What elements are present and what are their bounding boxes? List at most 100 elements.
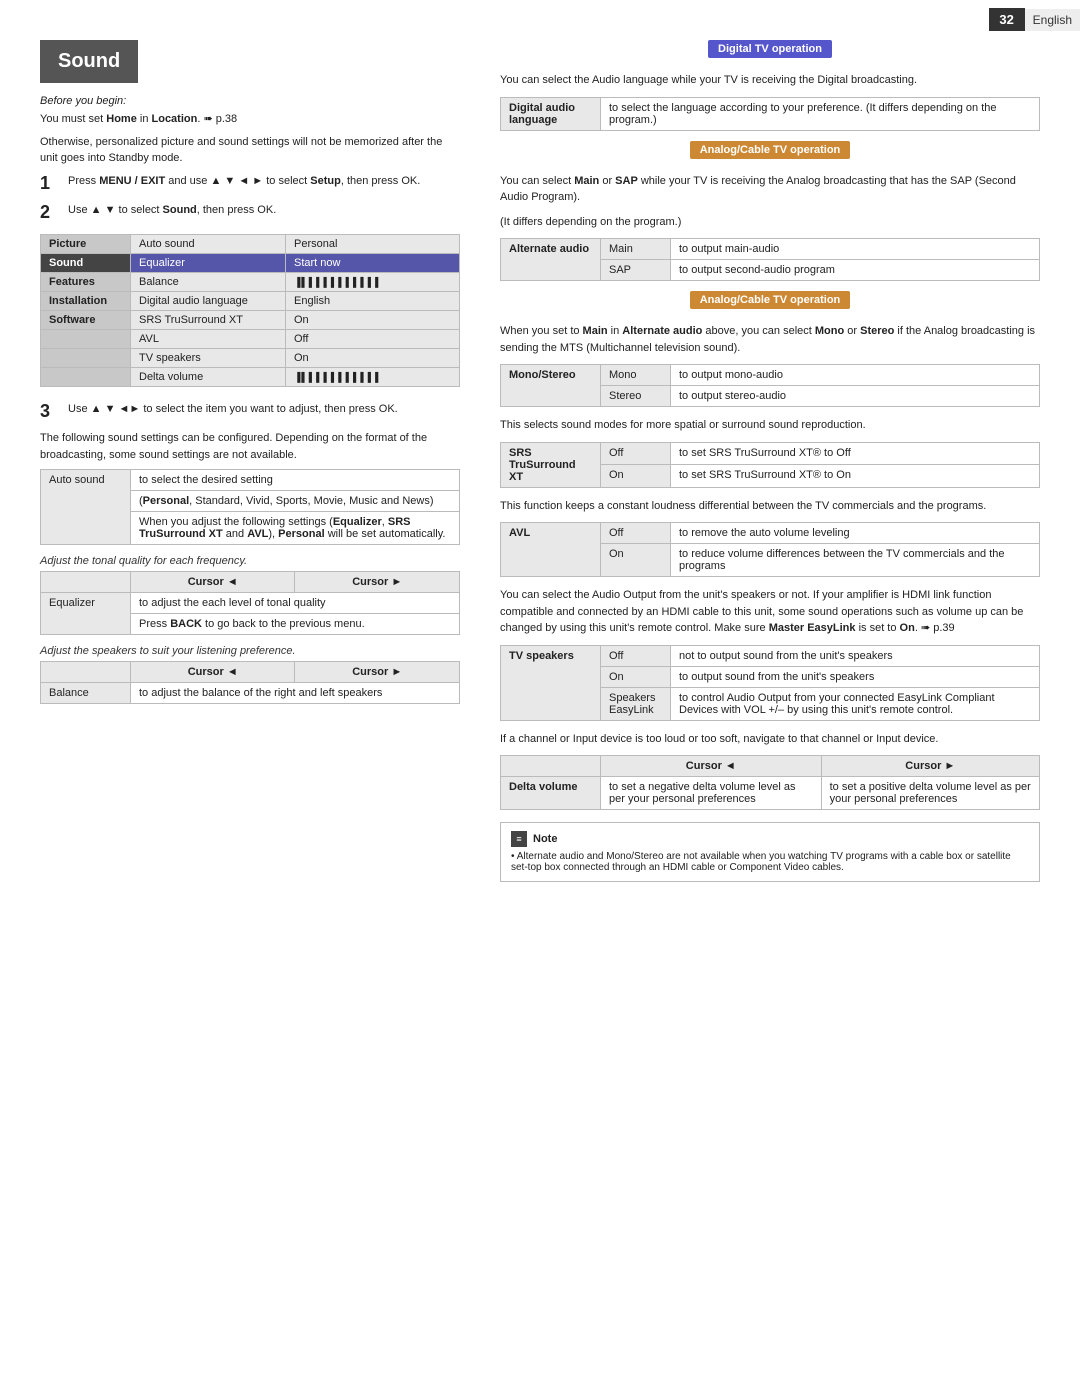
delta-table: Cursor ◄ Cursor ► Delta volume to set a … xyxy=(500,755,1040,810)
auto-sound-desc3: When you adjust the following settings (… xyxy=(131,512,460,545)
cat-empty-1 xyxy=(41,329,131,348)
right-column: Digital TV operation You can select the … xyxy=(500,40,1040,882)
auto-sound-row: Auto sound to select the desired setting xyxy=(41,470,460,491)
avl-para: This function keeps a constant loudness … xyxy=(500,498,1040,515)
val-avl-off: Off xyxy=(286,329,460,348)
val-personal: Personal xyxy=(286,234,460,253)
menu-row-software: Software SRS TruSurround XT On xyxy=(41,310,460,329)
item-equalizer: Equalizer xyxy=(131,253,286,272)
val-english: English xyxy=(286,291,460,310)
digital-audio-row: Digital audio language to select the lan… xyxy=(501,97,1040,130)
alt-sub-main: Main xyxy=(601,239,671,260)
bal-empty xyxy=(41,662,131,683)
balance-row: Balance to adjust the balance of the rig… xyxy=(41,683,460,704)
avl-desc-on: to reduce volume differences between the… xyxy=(671,544,1040,577)
alt-desc-sap: to output second-audio program xyxy=(671,260,1040,281)
cat-empty-2 xyxy=(41,348,131,367)
avl-sub-on: On xyxy=(601,544,671,577)
srs-section: This selects sound modes for more spatia… xyxy=(500,417,1040,488)
srs-table: SRS TruSurround XT Off to set SRS TruSur… xyxy=(500,442,1040,488)
analog1-para1: You can select Main or SAP while your TV… xyxy=(500,173,1040,206)
menu-row-features: Features Balance ▐▌▌▌▌▌▌▌▌▌▌▌ xyxy=(41,272,460,291)
tv-speakers-off-row: TV speakers Off not to output sound from… xyxy=(501,645,1040,666)
menu-row-delta: Delta volume ▐▌▌▌▌▌▌▌▌▌▌▌ xyxy=(41,367,460,386)
delta-row: Delta volume to set a negative delta vol… xyxy=(501,777,1040,810)
item-delta-volume: Delta volume xyxy=(131,367,286,386)
sound-heading: Sound xyxy=(40,40,138,83)
step-2-number: 2 xyxy=(40,202,62,224)
note-text: • Alternate audio and Mono/Stereo are no… xyxy=(511,851,1029,873)
menu-row-picture: Picture Auto sound Personal xyxy=(41,234,460,253)
alternate-audio-main-row: Alternate audio Main to output main-audi… xyxy=(501,239,1040,260)
step-3-number: 3 xyxy=(40,401,62,423)
tvs-sub-easylink: Speakers EasyLink xyxy=(601,687,671,720)
alternate-audio-label: Alternate audio xyxy=(501,239,601,281)
para-settings-warn: Otherwise, personalized picture and soun… xyxy=(40,134,460,167)
mono-stereo-label: Mono/Stereo xyxy=(501,365,601,407)
srs-sub-on: On xyxy=(601,465,671,488)
eq-desc2: Press BACK to go back to the previous me… xyxy=(131,614,460,635)
delta-empty xyxy=(501,756,601,777)
alternate-audio-table: Alternate audio Main to output main-audi… xyxy=(500,238,1040,281)
cat-empty-3 xyxy=(41,367,131,386)
analog2-para: When you set to Main in Alternate audio … xyxy=(500,323,1040,356)
avl-desc-off: to remove the auto volume leveling xyxy=(671,523,1040,544)
ms-desc-mono: to output mono-audio xyxy=(671,365,1040,386)
val-balance-bar: ▐▌▌▌▌▌▌▌▌▌▌▌ xyxy=(286,272,460,291)
note-header: ≡ Note xyxy=(511,831,1029,847)
page-header: 32 English xyxy=(989,8,1080,31)
equalizer-label: Equalizer xyxy=(41,593,131,635)
alt-sub-sap: SAP xyxy=(601,260,671,281)
auto-sound-section: Auto sound to select the desired setting… xyxy=(40,469,460,545)
ms-sub-mono: Mono xyxy=(601,365,671,386)
cat-software: Software xyxy=(41,310,131,329)
cat-installation: Installation xyxy=(41,291,131,310)
item-tv-speakers: TV speakers xyxy=(131,348,286,367)
analog2-section: Analog/Cable TV operation When you set t… xyxy=(500,291,1040,407)
delta-desc-right: to set a positive delta volume level as … xyxy=(821,777,1039,810)
auto-sound-table: Auto sound to select the desired setting… xyxy=(40,469,460,545)
menu-row-sound: Sound Equalizer Start now xyxy=(41,253,460,272)
tv-speakers-para: You can select the Audio Output from the… xyxy=(500,587,1040,637)
mono-stereo-mono-row: Mono/Stereo Mono to output mono-audio xyxy=(501,365,1040,386)
step-3: 3 Use ▲ ▼ ◄► to select the item you want… xyxy=(40,401,460,423)
analog2-heading-wrapper: Analog/Cable TV operation xyxy=(500,291,1040,317)
digital-audio-label: Digital audio language xyxy=(501,97,601,130)
tv-speakers-section: You can select the Audio Output from the… xyxy=(500,587,1040,721)
eq-cursor-right: Cursor ► xyxy=(295,572,460,593)
page-language: English xyxy=(1025,9,1080,31)
srs-desc-on: to set SRS TruSurround XT® to On xyxy=(671,465,1040,488)
step-2-text: Use ▲ ▼ to select Sound, then press OK. xyxy=(68,202,276,219)
digital-tv-para: You can select the Audio language while … xyxy=(500,72,1040,89)
note-box: ≡ Note • Alternate audio and Mono/Stereo… xyxy=(500,822,1040,882)
val-delta-bar: ▐▌▌▌▌▌▌▌▌▌▌▌ xyxy=(286,367,460,386)
srs-off-row: SRS TruSurround XT Off to set SRS TruSur… xyxy=(501,442,1040,465)
delta-label: Delta volume xyxy=(501,777,601,810)
analog1-heading: Analog/Cable TV operation xyxy=(690,141,851,159)
cat-features: Features xyxy=(41,272,131,291)
avl-table: AVL Off to remove the auto volume leveli… xyxy=(500,522,1040,577)
tvs-sub-on: On xyxy=(601,666,671,687)
srs-label: SRS TruSurround XT xyxy=(501,442,601,487)
tv-speakers-table: TV speakers Off not to output sound from… xyxy=(500,645,1040,721)
before-begin-label: Before you begin: xyxy=(40,95,460,107)
avl-label: AVL xyxy=(501,523,601,577)
tvs-desc-on: to output sound from the unit's speakers xyxy=(671,666,1040,687)
srs-sub-off: Off xyxy=(601,442,671,465)
cat-picture: Picture xyxy=(41,234,131,253)
avl-off-row: AVL Off to remove the auto volume leveli… xyxy=(501,523,1040,544)
equalizer-row: Equalizer to adjust the each level of to… xyxy=(41,593,460,614)
para-config: The following sound settings can be conf… xyxy=(40,430,460,463)
tvs-sub-off: Off xyxy=(601,645,671,666)
left-column: Sound Before you begin: You must set Hom… xyxy=(40,40,460,714)
equalizer-cursor-header: Cursor ◄ Cursor ► xyxy=(41,572,460,593)
step-1-number: 1 xyxy=(40,173,62,195)
analog2-heading: Analog/Cable TV operation xyxy=(690,291,851,309)
item-avl: AVL xyxy=(131,329,286,348)
tvs-desc-off: not to output sound from the unit's spea… xyxy=(671,645,1040,666)
balance-table: Cursor ◄ Cursor ► Balance to adjust the … xyxy=(40,661,460,704)
digital-tv-section: Digital TV operation You can select the … xyxy=(500,40,1040,131)
srs-desc-off: to set SRS TruSurround XT® to Off xyxy=(671,442,1040,465)
balance-cursor-header: Cursor ◄ Cursor ► xyxy=(41,662,460,683)
eq-empty xyxy=(41,572,131,593)
